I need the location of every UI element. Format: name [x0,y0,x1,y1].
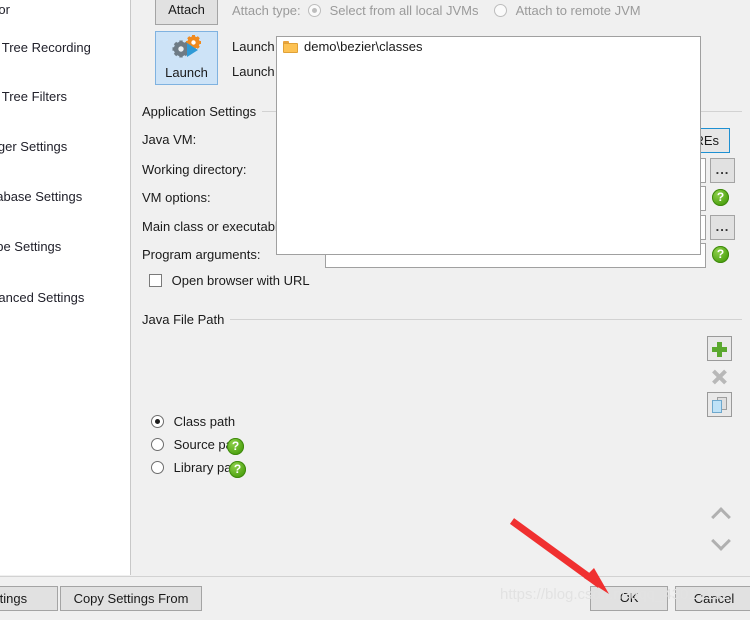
vm-options-help-icon[interactable] [712,189,729,206]
open-browser-checkbox[interactable]: Open browser with URL [149,273,310,288]
move-down-button [707,528,732,553]
list-item[interactable]: demo\bezier\classes [277,37,700,60]
working-directory-browse-button[interactable]: ... [710,158,735,183]
sidebar-item-editor[interactable]: Editor [0,2,10,17]
checkbox-indicator [149,274,162,287]
radio-indicator [151,438,164,451]
launch-mode-button[interactable]: Launch [155,31,218,85]
java-file-path-list[interactable]: demo\bezier\classes [276,36,701,255]
attach-type-remote-radio[interactable]: Attach to remote JVM [494,3,641,18]
attach-type-label: Attach type: [232,3,301,18]
ellipsis-icon: ... [715,162,730,177]
library-path-help-icon[interactable] [229,461,246,478]
sidebar-item-trigger-settings[interactable]: Trigger Settings [0,139,67,154]
copy-path-button[interactable] [707,392,732,417]
copy-settings-from-button[interactable]: Copy Settings From [60,586,202,611]
sidebar-item-probe-settings[interactable]: Probe Settings [0,239,61,254]
radio-indicator [308,4,321,17]
chevron-down-icon [711,531,731,551]
remove-path-button [707,364,732,389]
program-arguments-help-icon[interactable] [712,246,729,263]
watermark-text: https://blog.csdn.net/qq_43012192 [500,586,731,603]
class-path-label: Class path [173,414,236,429]
vm-options-label: VM options: [142,190,211,205]
gear-play-icon [172,35,201,58]
open-browser-label: Open browser with URL [171,273,310,288]
source-path-help-icon[interactable] [227,438,244,455]
class-path-radio[interactable]: Class path [151,414,235,429]
java-file-path-divider [142,319,742,320]
list-item-label: demo\bezier\classes [304,39,423,54]
application-settings-title: Application Settings [142,104,263,119]
session-settings-panel: Attach Launch Attach type: Select from a… [131,0,750,575]
folder-icon [283,41,298,53]
sidebar-item-advanced-settings[interactable]: Advanced Settings [0,290,84,305]
java-vm-label: Java VM: [142,132,197,147]
launch-mode-label: Launch [165,65,208,80]
settings-sidebar: Editor Call Tree Recording Call Tree Fil… [0,0,131,575]
sidebar-item-call-tree-filters[interactable]: Call Tree Filters [0,89,67,104]
main-class-browse-button[interactable]: ... [710,215,735,240]
program-arguments-label: Program arguments: [142,247,261,262]
chevron-up-icon [711,507,731,527]
working-directory-label: Working directory: [142,162,247,177]
sidebar-item-call-tree-recording[interactable]: Call Tree Recording [0,40,91,55]
attach-mode-button[interactable]: Attach [155,0,218,25]
settings-button[interactable]: ettings [0,586,58,611]
ellipsis-icon: ... [715,219,730,234]
sidebar-item-database-settings[interactable]: Database Settings [0,189,82,204]
radio-indicator [494,4,507,17]
radio-indicator [151,461,164,474]
radio-indicator [151,415,164,428]
add-path-button[interactable] [707,336,732,361]
attach-type-local-radio[interactable]: Select from all local JVMs [308,3,478,18]
java-file-path-title: Java File Path [142,312,231,327]
move-up-button [707,500,732,527]
attach-type-remote-label: Attach to remote JVM [515,3,641,18]
attach-type-local-label: Select from all local JVMs [329,3,479,18]
